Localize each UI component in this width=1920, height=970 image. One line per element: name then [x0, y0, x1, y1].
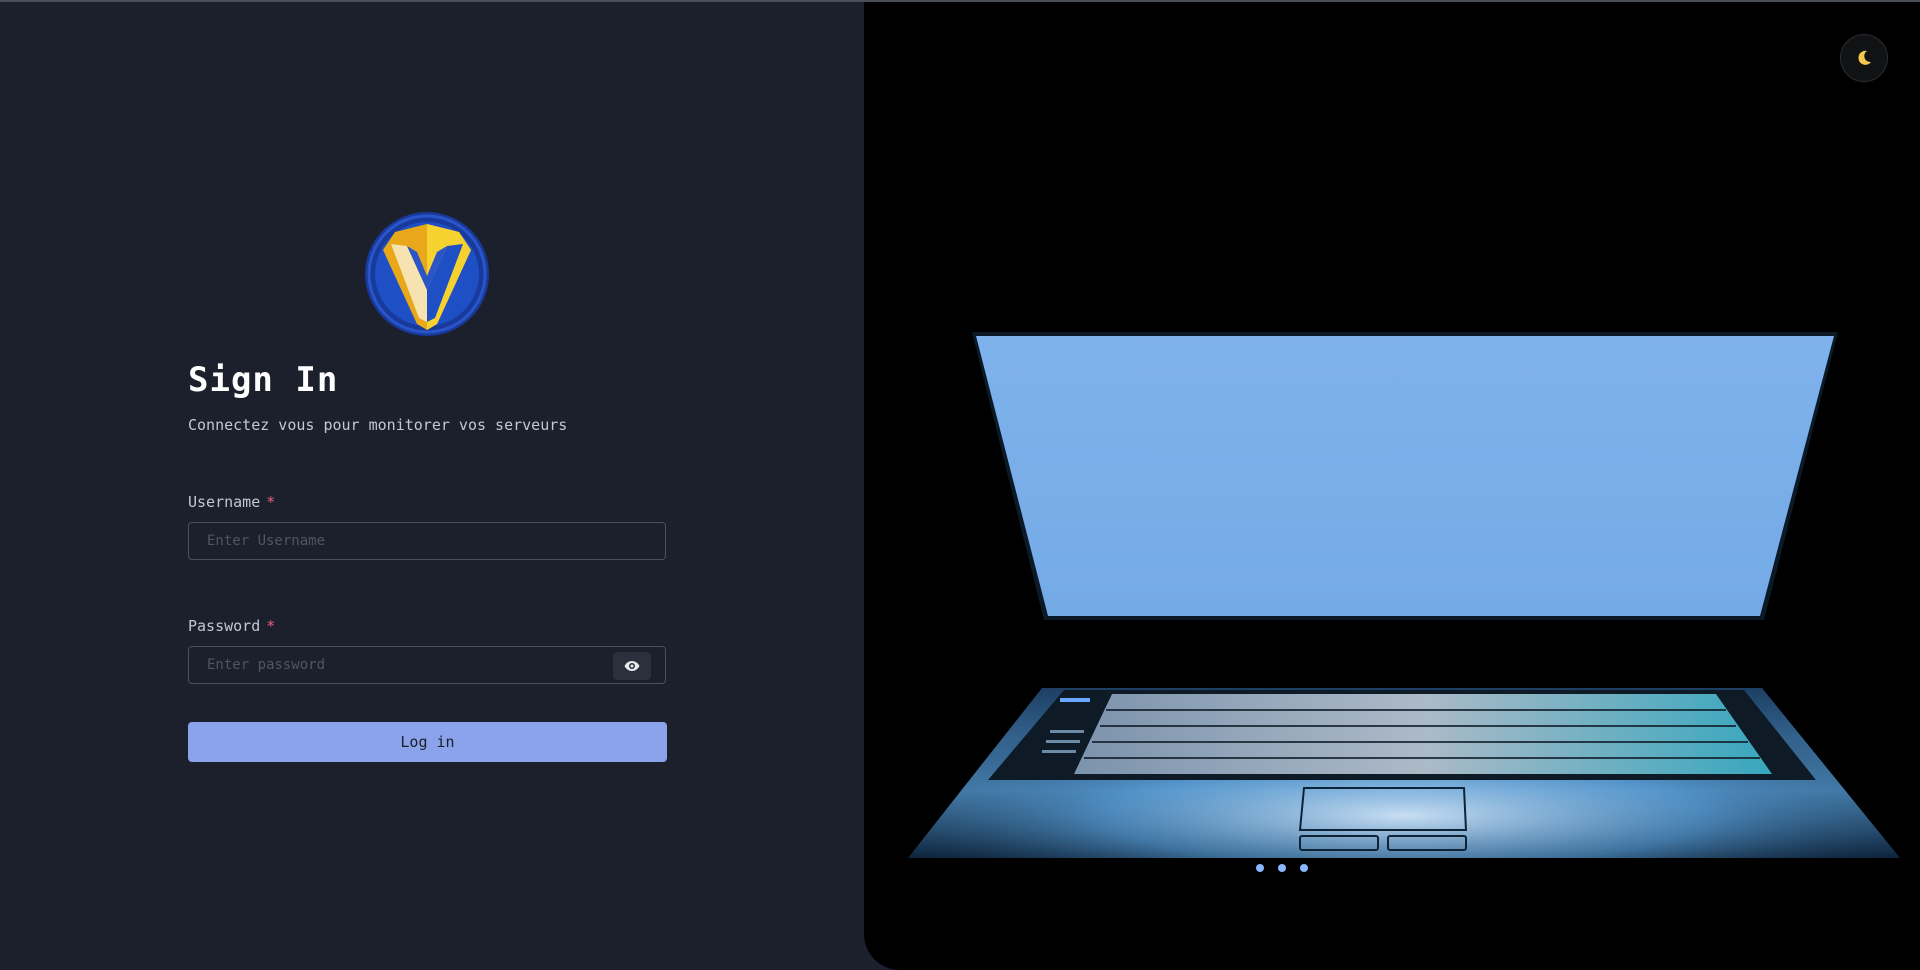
username-label-text: Username: [188, 493, 261, 511]
username-input[interactable]: [188, 522, 666, 560]
password-required-marker: *: [266, 617, 276, 635]
password-label: Password *: [188, 617, 275, 635]
theme-toggle-button[interactable]: [1840, 34, 1888, 82]
password-label-text: Password: [188, 617, 261, 635]
login-panel: [0, 2, 864, 970]
login-button[interactable]: Log in: [188, 722, 667, 762]
password-input[interactable]: [188, 646, 666, 684]
v-shield-logo-icon: [365, 212, 489, 336]
username-label: Username *: [188, 493, 275, 511]
brand-logo: [363, 210, 491, 338]
username-required-marker: *: [266, 493, 276, 511]
moon-icon: [1858, 50, 1871, 65]
laptop-illustration: [908, 332, 1900, 872]
page-subtitle: Connectez vous pour monitorer vos serveu…: [188, 416, 568, 434]
page-title: Sign In: [188, 360, 339, 400]
hero-image-panel: [864, 2, 1920, 970]
eye-icon: [624, 661, 640, 671]
toggle-password-visibility-button[interactable]: [613, 652, 651, 680]
